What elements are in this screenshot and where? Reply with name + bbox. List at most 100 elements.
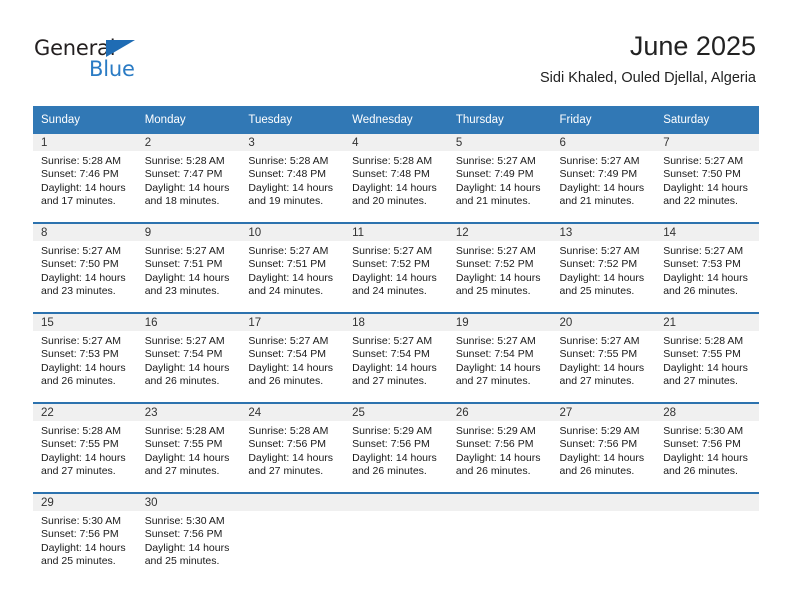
calendar-day-cell[interactable]: 19 Sunrise: 5:27 AM Sunset: 7:54 PM Dayligh…	[447, 312, 552, 403]
calendar-day-cell[interactable]: 26 Sunrise: 5:29 AM Sunset: 7:56 PM Dayligh…	[447, 402, 552, 493]
calendar-day-cell[interactable]: 21 Sunrise: 5:28 AM Sunset: 7:55 PM Dayligh…	[655, 312, 759, 403]
day-cell-details: Sunrise: 5:27 AM Sunset: 7:52 PM Daylight:…	[344, 241, 448, 299]
calendar-day-cell[interactable]: 5 Sunrise: 5:27 AM Sunset: 7:49 PM Daylight…	[447, 134, 552, 223]
day-daylight-1-text: Daylight: 14 hours	[144, 181, 230, 194]
day-cell-details: Sunrise: 5:28 AM Sunset: 7:46 PM Daylight:…	[33, 151, 137, 209]
day-cell-inner: 20 Sunrise: 5:27 AM Sunset: 7:55 PM Dayligh…	[551, 314, 656, 402]
day-cell-inner: 21 Sunrise: 5:28 AM Sunset: 7:55 PM Dayligh…	[655, 314, 759, 402]
calendar-day-cell[interactable]: 17 Sunrise: 5:27 AM Sunset: 7:54 PM Dayligh…	[240, 312, 345, 403]
weekday-header-saturday: Saturday	[655, 106, 759, 134]
day-cell-inner: 28 Sunrise: 5:30 AM Sunset: 7:56 PM Dayligh…	[655, 404, 759, 492]
day-daylight-2-text: and 27 minutes.	[248, 465, 324, 478]
weekday-header-row: Sunday Monday Tuesday Wednesday Thursday…	[33, 106, 759, 134]
day-cell-inner: 23 Sunrise: 5:28 AM Sunset: 7:55 PM Dayligh…	[136, 404, 241, 492]
day-cell-details: Sunrise: 5:28 AM Sunset: 7:55 PM Daylight:…	[33, 421, 137, 479]
day-cell-inner: 14 Sunrise: 5:27 AM Sunset: 7:53 PM Dayligh…	[655, 224, 759, 312]
day-daylight-1-text: Daylight: 14 hours	[144, 451, 230, 464]
calendar-day-cell[interactable]: 7 Sunrise: 5:27 AM Sunset: 7:50 PM Daylight…	[655, 134, 759, 223]
day-cell-details	[552, 511, 656, 515]
calendar-week-row: 15 Sunrise: 5:27 AM Sunset: 7:53 PM Dayligh…	[33, 312, 759, 403]
day-cell-inner: 4 Sunrise: 5:28 AM Sunset: 7:48 PM Daylight…	[344, 134, 448, 222]
calendar-day-cell[interactable]: 27 Sunrise: 5:29 AM Sunset: 7:56 PM Dayligh…	[551, 402, 656, 493]
day-sunset-text: Sunset: 7:52 PM	[559, 258, 638, 271]
day-daylight-1-text: Daylight: 14 hours	[559, 361, 645, 374]
day-sunset-text: Sunset: 7:48 PM	[248, 168, 327, 181]
day-cell-details: Sunrise: 5:27 AM Sunset: 7:53 PM Daylight:…	[33, 331, 137, 389]
calendar-day-cell[interactable]: 11 Sunrise: 5:27 AM Sunset: 7:52 PM Dayligh…	[344, 222, 448, 313]
day-number	[240, 494, 345, 511]
calendar-header-row: Sunday Monday Tuesday Wednesday Thursday…	[33, 106, 759, 134]
day-cell-inner: 13 Sunrise: 5:27 AM Sunset: 7:52 PM Dayligh…	[551, 224, 656, 312]
calendar-day-cell[interactable]: 9 Sunrise: 5:27 AM Sunset: 7:51 PM Daylight…	[136, 222, 241, 313]
day-daylight-1-text: Daylight: 14 hours	[352, 271, 437, 284]
day-daylight-1-text: Daylight: 14 hours	[352, 181, 437, 194]
calendar-day-cell[interactable]: 30 Sunrise: 5:30 AM Sunset: 7:56 PM Dayligh…	[136, 492, 241, 582]
day-sunset-text: Sunset: 7:56 PM	[352, 438, 430, 451]
day-sunrise-text: Sunrise: 5:27 AM	[455, 155, 536, 167]
calendar-day-cell[interactable]: 20 Sunrise: 5:27 AM Sunset: 7:55 PM Dayligh…	[551, 312, 656, 403]
day-sunrise-text: Sunrise: 5:27 AM	[144, 245, 225, 257]
day-daylight-1-text: Daylight: 14 hours	[455, 181, 541, 194]
day-daylight-1-text: Daylight: 14 hours	[455, 451, 541, 464]
calendar-day-cell[interactable]: 2 Sunrise: 5:28 AM Sunset: 7:47 PM Daylight…	[136, 134, 241, 223]
day-daylight-2-text: and 25 minutes.	[41, 555, 116, 568]
calendar-day-cell[interactable]: 16 Sunrise: 5:27 AM Sunset: 7:54 PM Dayligh…	[136, 312, 241, 403]
calendar-day-cell[interactable]: 8 Sunrise: 5:27 AM Sunset: 7:50 PM Daylight…	[33, 222, 137, 313]
day-number: 5	[447, 134, 552, 151]
calendar-day-cell[interactable]: 3 Sunrise: 5:28 AM Sunset: 7:48 PM Daylight…	[240, 134, 345, 223]
calendar-day-cell[interactable]: 22 Sunrise: 5:28 AM Sunset: 7:55 PM Dayligh…	[33, 402, 137, 493]
calendar-day-cell[interactable]: 14 Sunrise: 5:27 AM Sunset: 7:53 PM Dayligh…	[655, 222, 759, 313]
day-cell-inner	[240, 494, 345, 582]
calendar-day-cell[interactable]: 4 Sunrise: 5:28 AM Sunset: 7:48 PM Daylight…	[344, 134, 448, 223]
day-sunrise-text: Sunrise: 5:27 AM	[352, 245, 433, 257]
calendar-day-cell[interactable]: 25 Sunrise: 5:29 AM Sunset: 7:56 PM Dayligh…	[344, 402, 448, 493]
day-number: 18	[344, 314, 448, 331]
day-daylight-2-text: and 26 minutes.	[352, 465, 427, 478]
calendar-day-cell[interactable]: 12 Sunrise: 5:27 AM Sunset: 7:52 PM Dayligh…	[447, 222, 552, 313]
calendar-day-cell[interactable]: 13 Sunrise: 5:27 AM Sunset: 7:52 PM Dayligh…	[551, 222, 656, 313]
calendar-day-cell[interactable]: 23 Sunrise: 5:28 AM Sunset: 7:55 PM Dayligh…	[136, 402, 241, 493]
calendar-day-cell[interactable]: 24 Sunrise: 5:28 AM Sunset: 7:56 PM Dayligh…	[240, 402, 345, 493]
day-number: 8	[33, 224, 137, 241]
calendar-day-cell[interactable]: 6 Sunrise: 5:27 AM Sunset: 7:49 PM Daylight…	[551, 134, 656, 223]
day-number: 21	[655, 314, 759, 331]
day-number: 11	[344, 224, 448, 241]
day-cell-inner: 18 Sunrise: 5:27 AM Sunset: 7:54 PM Dayligh…	[344, 314, 448, 402]
day-daylight-1-text: Daylight: 14 hours	[559, 451, 645, 464]
calendar-day-cell[interactable]: 10 Sunrise: 5:27 AM Sunset: 7:51 PM Dayligh…	[240, 222, 345, 313]
day-cell-details: Sunrise: 5:28 AM Sunset: 7:55 PM Daylight:…	[137, 421, 241, 479]
day-daylight-2-text: and 26 minutes.	[663, 465, 738, 478]
day-sunset-text: Sunset: 7:56 PM	[663, 438, 741, 451]
day-number: 14	[655, 224, 759, 241]
day-cell-details: Sunrise: 5:29 AM Sunset: 7:56 PM Daylight:…	[344, 421, 448, 479]
day-cell-details: Sunrise: 5:27 AM Sunset: 7:51 PM Daylight:…	[137, 241, 241, 299]
day-sunset-text: Sunset: 7:56 PM	[455, 438, 534, 451]
day-number	[447, 494, 552, 511]
day-daylight-2-text: and 27 minutes.	[663, 375, 738, 388]
day-daylight-1-text: Daylight: 14 hours	[248, 361, 334, 374]
logo-text-blue: Blue	[89, 57, 135, 81]
day-daylight-2-text: and 26 minutes.	[455, 465, 531, 478]
calendar-day-cell[interactable]: 15 Sunrise: 5:27 AM Sunset: 7:53 PM Dayligh…	[33, 312, 137, 403]
day-cell-details: Sunrise: 5:27 AM Sunset: 7:53 PM Daylight:…	[655, 241, 759, 299]
day-sunrise-text: Sunrise: 5:27 AM	[559, 155, 640, 167]
calendar-day-cell[interactable]: 18 Sunrise: 5:27 AM Sunset: 7:54 PM Dayligh…	[344, 312, 448, 403]
calendar-day-cell-empty	[240, 492, 345, 582]
day-cell-details: Sunrise: 5:28 AM Sunset: 7:48 PM Daylight:…	[344, 151, 448, 209]
day-daylight-2-text: and 26 minutes.	[663, 285, 738, 298]
day-daylight-2-text: and 21 minutes.	[559, 195, 635, 208]
day-cell-details: Sunrise: 5:28 AM Sunset: 7:55 PM Daylight:…	[655, 331, 759, 389]
day-cell-inner: 16 Sunrise: 5:27 AM Sunset: 7:54 PM Dayligh…	[136, 314, 241, 402]
day-number: 28	[655, 404, 759, 421]
day-sunset-text: Sunset: 7:47 PM	[144, 168, 223, 181]
day-daylight-1-text: Daylight: 14 hours	[41, 361, 126, 374]
calendar-day-cell[interactable]: 1 Sunrise: 5:28 AM Sunset: 7:46 PM Daylight…	[33, 134, 137, 223]
day-number: 3	[240, 134, 345, 151]
generalblue-logo[interactable]: General Blue	[34, 36, 164, 84]
day-cell-details	[240, 511, 344, 515]
calendar-day-cell[interactable]: 29 Sunrise: 5:30 AM Sunset: 7:56 PM Dayligh…	[33, 492, 137, 582]
calendar-day-cell[interactable]: 28 Sunrise: 5:30 AM Sunset: 7:56 PM Dayligh…	[655, 402, 759, 493]
day-daylight-1-text: Daylight: 14 hours	[144, 541, 230, 554]
day-cell-inner: 7 Sunrise: 5:27 AM Sunset: 7:50 PM Daylight…	[655, 134, 759, 222]
day-cell-inner: 8 Sunrise: 5:27 AM Sunset: 7:50 PM Daylight…	[33, 224, 137, 312]
